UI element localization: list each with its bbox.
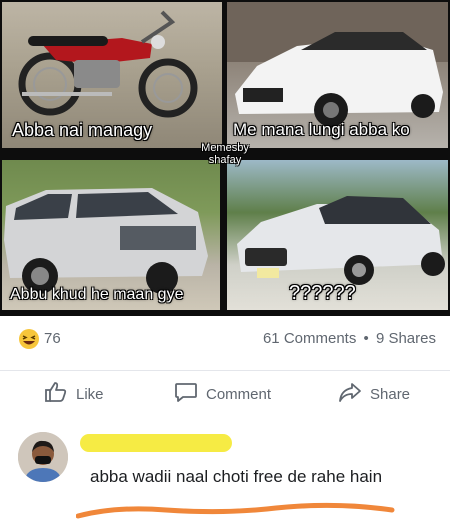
reaction-count[interactable]: 76	[44, 330, 61, 347]
meme-panel-coupe: ??????	[227, 160, 448, 310]
meme-panel-motorbike: Abba nai managy	[2, 2, 222, 148]
panel-caption: ??????	[289, 282, 356, 304]
meme-panel-suv: Abbu khud he maan gye	[2, 160, 220, 310]
commenter-name-redacted	[80, 434, 232, 452]
like-label: Like	[76, 385, 104, 403]
comment-button[interactable]: Comment	[174, 381, 271, 407]
watermark-line: shafay	[208, 154, 242, 166]
avatar[interactable]	[18, 432, 68, 482]
post-actions: Like Comment Share	[0, 370, 450, 418]
thumbs-up-icon	[44, 381, 68, 407]
comment-text: abba wadii naal choti free de rahe hain	[90, 467, 383, 486]
share-label: Share	[370, 385, 411, 403]
orange-underline-scribble	[76, 502, 395, 519]
panel-caption: Abbu khud he maan gye	[10, 286, 184, 303]
shares-count[interactable]: 9 Shares	[376, 330, 436, 347]
separator-dot: •	[363, 330, 369, 347]
share-button[interactable]: Share	[338, 381, 410, 407]
share-arrow-icon	[338, 381, 362, 407]
haha-emoji-icon[interactable]	[18, 328, 40, 355]
engagement-summary: 61 Comments • 9 Shares	[263, 330, 436, 347]
panel-caption: Me mana lungi abba ko	[233, 120, 410, 139]
post-stats: 76 61 Comments • 9 Shares	[0, 322, 450, 356]
meme-panel-sedan: Me mana lungi abba ko	[227, 2, 448, 148]
comment-label: Comment	[206, 385, 272, 403]
speech-bubble-icon	[174, 381, 198, 407]
watermark: Memesby shafay	[180, 142, 270, 166]
comment-item: abba wadii naal choti free de rahe hain	[0, 416, 450, 526]
post-image[interactable]: Abba nai managy Me mana lungi abba ko Ab…	[0, 0, 450, 316]
panel-caption: Abba nai managy	[12, 120, 153, 140]
like-button[interactable]: Like	[44, 381, 104, 407]
comments-count[interactable]: 61 Comments	[263, 330, 356, 347]
watermark-line: Memesby	[201, 142, 249, 154]
